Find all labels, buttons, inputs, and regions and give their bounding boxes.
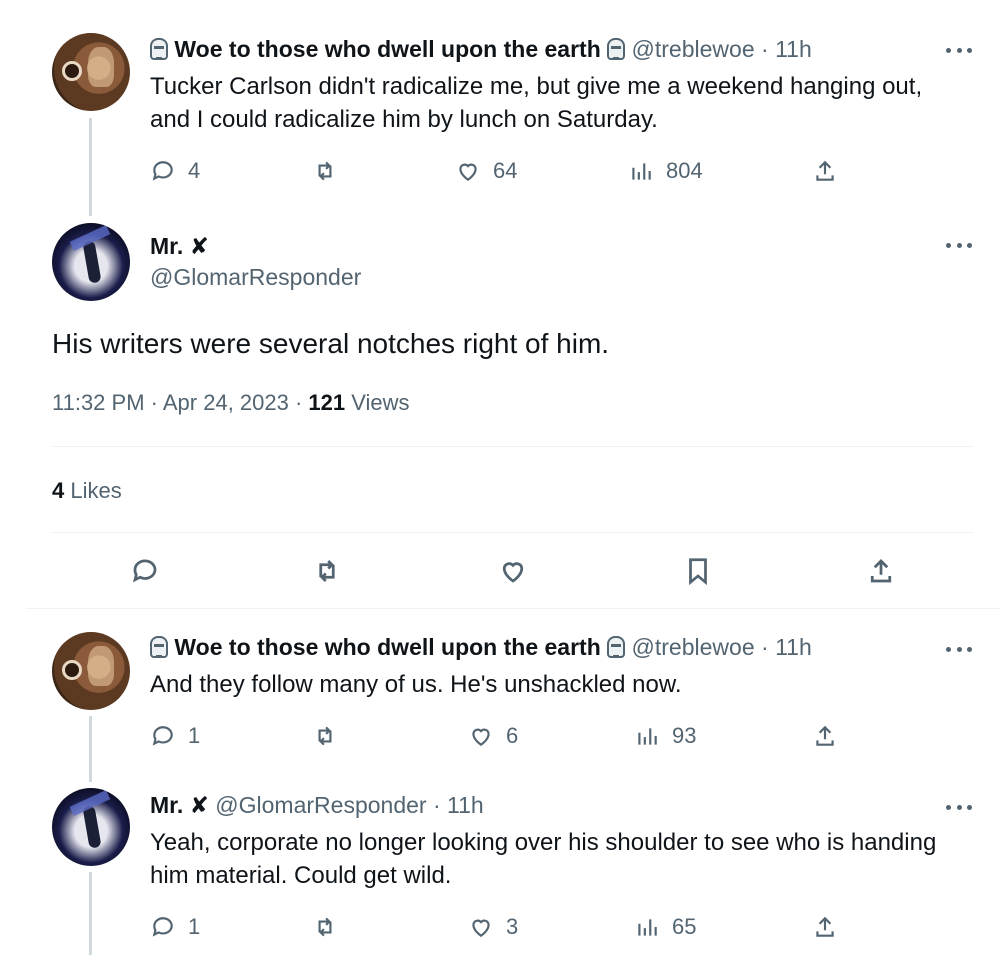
moai-icon bbox=[607, 636, 626, 658]
view-count: 804 bbox=[666, 158, 703, 183]
reply-count: 1 bbox=[188, 914, 201, 939]
reply-icon bbox=[152, 161, 173, 181]
timestamp[interactable]: 11h bbox=[775, 634, 812, 660]
like-count: 6 bbox=[506, 723, 519, 748]
like-button[interactable]: 3 bbox=[468, 914, 518, 940]
analytics-icon bbox=[638, 728, 657, 745]
retweet-button[interactable] bbox=[312, 723, 338, 749]
reply-icon bbox=[152, 917, 173, 937]
reply-icon bbox=[152, 726, 173, 746]
thread-line bbox=[89, 716, 92, 782]
timestamp[interactable]: 11h bbox=[775, 36, 812, 62]
retweet-icon bbox=[318, 917, 332, 937]
retweet-button[interactable] bbox=[312, 158, 338, 184]
display-name[interactable]: Woe to those who dwell upon the earth bbox=[174, 634, 600, 660]
share-button[interactable] bbox=[812, 158, 838, 184]
heart-icon bbox=[459, 163, 477, 181]
reply-button[interactable]: 4 bbox=[150, 158, 200, 184]
share-button[interactable] bbox=[812, 914, 838, 940]
tweet-header: Woe to those who dwell upon the earth @t… bbox=[150, 634, 812, 661]
like-count: 64 bbox=[493, 158, 518, 183]
display-name[interactable]: Woe to those who dwell upon the earth bbox=[174, 36, 600, 62]
divider bbox=[26, 608, 1000, 609]
views-button[interactable]: 65 bbox=[634, 914, 696, 940]
more-icon[interactable] bbox=[946, 45, 972, 55]
retweet-button[interactable] bbox=[312, 914, 338, 940]
more-icon[interactable] bbox=[946, 240, 972, 250]
heart-icon bbox=[472, 728, 490, 746]
reply-button[interactable] bbox=[130, 556, 160, 591]
like-count: 3 bbox=[506, 914, 519, 939]
like-button[interactable]: 64 bbox=[455, 158, 517, 184]
more-icon[interactable] bbox=[946, 802, 972, 812]
thread-line bbox=[89, 872, 92, 955]
views-button[interactable]: 804 bbox=[628, 158, 703, 184]
display-name[interactable]: Mr. ✘ bbox=[150, 792, 209, 818]
retweet-button[interactable] bbox=[312, 556, 342, 591]
share-icon bbox=[816, 916, 834, 937]
tweet-text: His writers were several notches right o… bbox=[52, 328, 610, 359]
retweet-icon bbox=[319, 560, 335, 582]
author-handle[interactable]: @GlomarResponder bbox=[150, 264, 361, 291]
avatar[interactable] bbox=[52, 788, 130, 866]
more-icon[interactable] bbox=[946, 644, 972, 654]
timestamp[interactable]: 11h bbox=[447, 792, 484, 818]
avatar[interactable] bbox=[52, 33, 130, 111]
share-icon bbox=[816, 725, 834, 746]
tweet-header: Woe to those who dwell upon the earth @t… bbox=[150, 36, 812, 63]
retweet-icon bbox=[318, 726, 332, 746]
retweet-icon bbox=[318, 161, 332, 181]
handle[interactable]: @treblewoe bbox=[632, 634, 755, 660]
handle[interactable]: @GlomarResponder bbox=[215, 792, 426, 818]
share-icon bbox=[870, 559, 892, 583]
name-badge: ✘ bbox=[189, 233, 209, 259]
reply-button[interactable]: 1 bbox=[150, 914, 200, 940]
reply-button[interactable]: 1 bbox=[150, 723, 200, 749]
share-button[interactable] bbox=[866, 556, 896, 591]
thread-line bbox=[89, 118, 92, 216]
reply-icon bbox=[132, 559, 157, 583]
moai-icon bbox=[150, 38, 168, 60]
bookmark-icon bbox=[689, 558, 707, 586]
bookmark-button[interactable] bbox=[683, 556, 713, 591]
likes-stat[interactable]: 4 Likes bbox=[52, 478, 122, 504]
reply-count: 4 bbox=[188, 158, 201, 183]
heart-icon bbox=[502, 562, 524, 583]
like-button[interactable]: 6 bbox=[468, 723, 518, 749]
view-count: 93 bbox=[672, 723, 697, 748]
tweet-text: Yeah, corporate no longer looking over h… bbox=[150, 829, 937, 889]
view-count: 65 bbox=[672, 914, 697, 939]
divider bbox=[52, 532, 974, 533]
divider bbox=[52, 446, 974, 447]
share-icon bbox=[816, 160, 834, 181]
like-button[interactable] bbox=[498, 556, 528, 591]
handle[interactable]: @treblewoe bbox=[632, 36, 755, 62]
analytics-icon bbox=[638, 919, 657, 936]
tweet-header: Mr. ✘ @GlomarResponder · 11h bbox=[150, 792, 484, 818]
avatar[interactable] bbox=[52, 632, 130, 710]
author-name[interactable]: Mr. ✘ bbox=[150, 233, 209, 260]
views-count: 121 bbox=[308, 390, 346, 415]
views-button[interactable]: 93 bbox=[634, 723, 696, 749]
avatar[interactable] bbox=[52, 223, 130, 301]
reply-count: 1 bbox=[188, 723, 201, 748]
tweet-text: And they follow many of us. He's unshack… bbox=[150, 671, 682, 698]
tweet-meta: 11:32 PM · Apr 24, 2023 · 121 Views bbox=[52, 390, 410, 415]
moai-icon bbox=[607, 38, 626, 60]
tweet-text: Tucker Carlson didn't radicalize me, but… bbox=[150, 73, 923, 133]
name-badge: ✘ bbox=[189, 792, 209, 818]
moai-icon bbox=[150, 636, 168, 658]
analytics-icon bbox=[632, 163, 651, 180]
heart-icon bbox=[472, 919, 490, 937]
share-button[interactable] bbox=[812, 723, 838, 749]
tweet-timestamp[interactable]: 11:32 PM · Apr 24, 2023 · bbox=[52, 390, 308, 415]
